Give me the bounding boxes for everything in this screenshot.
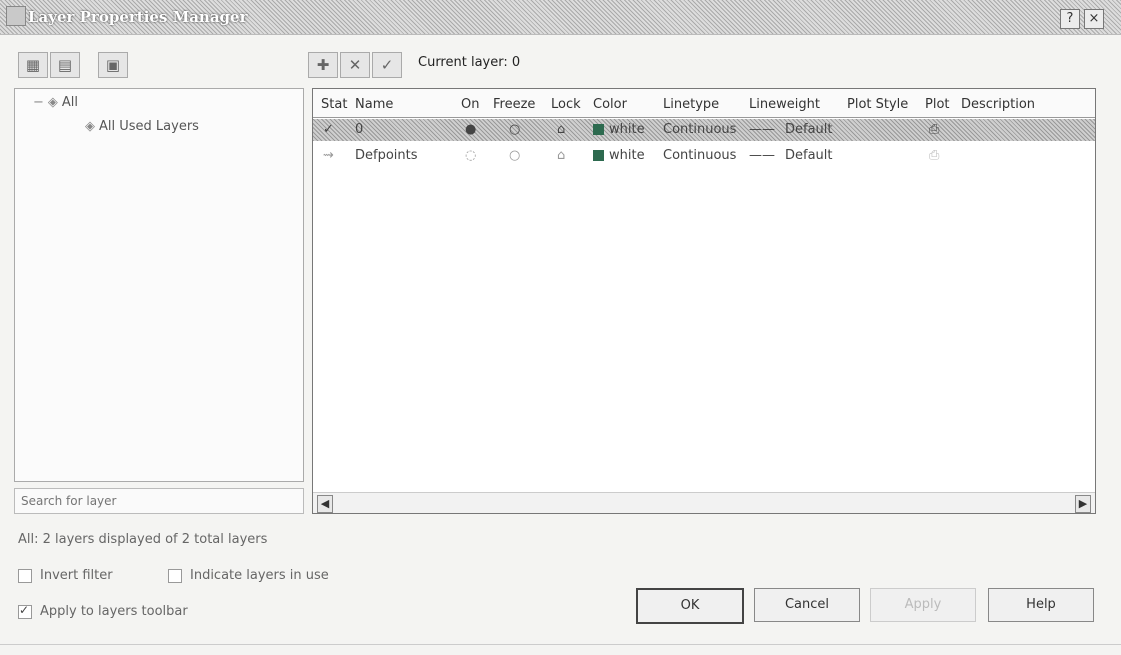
column-header-description[interactable]: Description bbox=[961, 97, 1035, 112]
layer-search-field[interactable] bbox=[14, 488, 304, 514]
filter-icon: ◈ bbox=[85, 119, 95, 134]
column-header-name[interactable]: Name bbox=[355, 97, 393, 112]
color-cell[interactable]: white bbox=[593, 148, 645, 163]
tree-item-label: All Used Layers bbox=[99, 119, 199, 134]
column-header-linetype[interactable]: Linetype bbox=[663, 97, 719, 112]
status-current-icon: ✓ bbox=[323, 122, 334, 137]
linetype-cell[interactable]: Continuous bbox=[663, 122, 736, 137]
new-group-filter-icon[interactable]: ▤ bbox=[50, 52, 80, 78]
title-bar: Layer Properties Manager ? × bbox=[0, 0, 1121, 35]
lineweight-cell[interactable]: Default bbox=[785, 148, 833, 163]
color-cell[interactable]: white bbox=[593, 122, 645, 137]
bulb-on-icon[interactable]: ● bbox=[465, 122, 476, 137]
layer-name[interactable]: 0 bbox=[355, 122, 363, 137]
layer-name[interactable]: Defpoints bbox=[355, 148, 418, 163]
sun-thaw-icon[interactable]: ○ bbox=[509, 148, 520, 163]
filter-tree-panel[interactable]: − ◈ All ◈ All Used Layers bbox=[14, 88, 304, 482]
invert-filter-checkbox[interactable] bbox=[18, 568, 32, 583]
color-swatch bbox=[593, 124, 604, 135]
layer-row[interactable]: ⇝ Defpoints ◌ ○ ⌂ white Continuous —— De… bbox=[313, 145, 1095, 167]
current-layer-label: Current layer: 0 bbox=[418, 55, 521, 70]
layer-count-status: All: 2 layers displayed of 2 total layer… bbox=[18, 532, 268, 547]
color-name: white bbox=[609, 148, 645, 163]
help-title-button[interactable]: ? bbox=[1060, 9, 1080, 29]
layer-list[interactable]: Stat Name On Freeze Lock Color Linetype … bbox=[312, 88, 1096, 514]
horizontal-scrollbar[interactable]: ◀ ▶ bbox=[313, 492, 1095, 513]
status-layer-icon: ⇝ bbox=[323, 148, 334, 163]
plot-printer-icon[interactable]: ⎙ bbox=[929, 148, 939, 163]
lineweight-cell[interactable]: Default bbox=[785, 122, 833, 137]
lineweight-line-icon: —— bbox=[749, 148, 775, 163]
column-header-lock[interactable]: Lock bbox=[551, 97, 581, 112]
lineweight-line-icon: —— bbox=[749, 122, 775, 137]
window-title: Layer Properties Manager bbox=[28, 8, 248, 26]
filter-icon: ◈ bbox=[47, 95, 58, 110]
column-header-on[interactable]: On bbox=[461, 97, 479, 112]
new-layer-icon[interactable]: ✚ bbox=[308, 52, 338, 78]
invert-filter-option[interactable]: Invert filter bbox=[18, 568, 113, 583]
lock-open-icon[interactable]: ⌂ bbox=[557, 148, 565, 163]
divider bbox=[0, 644, 1121, 645]
tree-item-all-used-layers[interactable]: ◈ All Used Layers bbox=[85, 119, 199, 134]
new-property-filter-icon[interactable]: ▦ bbox=[18, 52, 48, 78]
help-button[interactable]: Help bbox=[988, 588, 1094, 622]
bulb-on-icon[interactable]: ◌ bbox=[465, 148, 476, 163]
layer-row[interactable]: ✓ 0 ● ○ ⌂ white Continuous —— Default ⎙ bbox=[313, 119, 1095, 141]
indicate-layers-in-use-option[interactable]: Indicate layers in use bbox=[168, 568, 329, 583]
column-header-lineweight[interactable]: Lineweight bbox=[749, 97, 820, 112]
close-button[interactable]: × bbox=[1084, 9, 1104, 29]
column-header-stat[interactable]: Stat bbox=[321, 97, 347, 112]
delete-layer-icon[interactable]: ✕ bbox=[340, 52, 370, 78]
layer-list-header: Stat Name On Freeze Lock Color Linetype … bbox=[313, 89, 1095, 118]
scroll-right-arrow-icon[interactable]: ▶ bbox=[1075, 495, 1091, 513]
indicate-layers-in-use-label: Indicate layers in use bbox=[190, 568, 329, 583]
layer-search-input[interactable] bbox=[15, 489, 303, 513]
scroll-left-arrow-icon[interactable]: ◀ bbox=[317, 495, 333, 513]
app-icon bbox=[6, 6, 26, 26]
invert-filter-label: Invert filter bbox=[40, 568, 113, 583]
expand-minus-icon[interactable]: − bbox=[33, 95, 44, 110]
set-current-icon[interactable]: ✓ bbox=[372, 52, 402, 78]
tree-item-label: All bbox=[61, 95, 79, 110]
tree-item-all[interactable]: − ◈ All bbox=[33, 95, 78, 110]
lock-open-icon[interactable]: ⌂ bbox=[557, 122, 565, 137]
color-name: white bbox=[609, 122, 645, 137]
plot-printer-icon[interactable]: ⎙ bbox=[929, 122, 939, 137]
cancel-button[interactable]: Cancel bbox=[754, 588, 860, 622]
column-header-plot-style[interactable]: Plot Style bbox=[847, 97, 908, 112]
column-header-color[interactable]: Color bbox=[593, 97, 627, 112]
column-header-freeze[interactable]: Freeze bbox=[493, 97, 535, 112]
color-swatch bbox=[593, 150, 604, 161]
linetype-cell[interactable]: Continuous bbox=[663, 148, 736, 163]
indicate-layers-in-use-checkbox[interactable] bbox=[168, 568, 182, 583]
sun-thaw-icon[interactable]: ○ bbox=[509, 122, 520, 137]
apply-to-layers-toolbar-checkbox[interactable] bbox=[18, 603, 32, 619]
layer-states-manager-icon[interactable]: ▣ bbox=[98, 52, 128, 78]
apply-to-layers-toolbar-option[interactable]: Apply to layers toolbar bbox=[18, 603, 188, 619]
apply-to-layers-toolbar-label: Apply to layers toolbar bbox=[40, 604, 188, 619]
apply-button[interactable]: Apply bbox=[870, 588, 976, 622]
ok-button[interactable]: OK bbox=[636, 588, 744, 624]
column-header-plot[interactable]: Plot bbox=[925, 97, 950, 112]
